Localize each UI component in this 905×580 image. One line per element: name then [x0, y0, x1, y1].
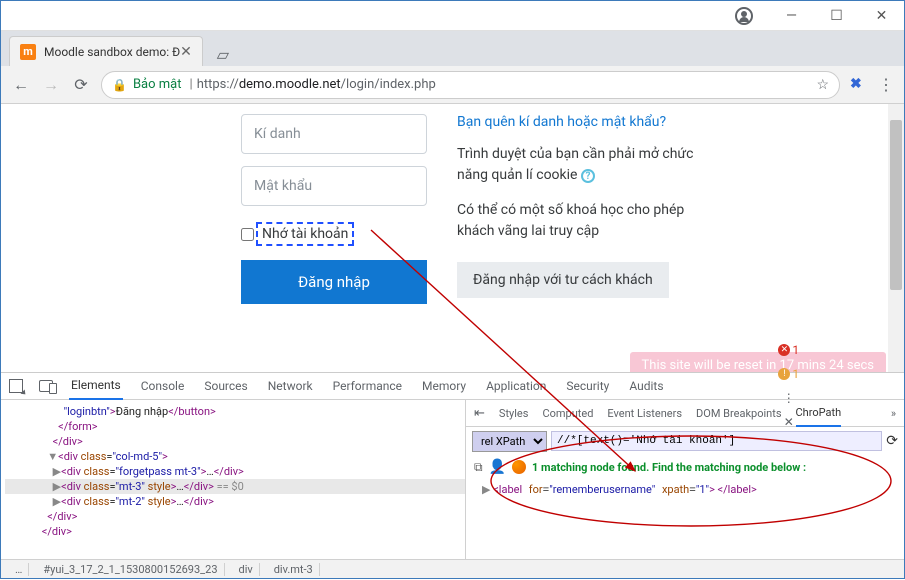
chropath-result-row: ⧉ 👤 1 matching node found. Find the matc…: [466, 455, 904, 479]
password-input[interactable]: [241, 166, 427, 206]
chropath-match-node[interactable]: ▶ <label for="rememberusername" xpath="1…: [466, 479, 904, 501]
person-icon[interactable]: 👤: [489, 459, 506, 475]
devtools-body: "loginbtn">Đăng nhập</button> </form> </…: [1, 400, 904, 559]
user-account-icon[interactable]: [724, 1, 769, 31]
browser-tabstrip: m Moodle sandbox demo: Đ ✕ ▱: [1, 31, 904, 66]
devtools-tab-console[interactable]: Console: [139, 373, 187, 400]
chropath-query-input[interactable]: [551, 431, 882, 451]
devtools-tab-security[interactable]: Security: [564, 373, 611, 400]
devtools-tab-audits[interactable]: Audits: [627, 373, 665, 400]
sidebar-toggle-icon[interactable]: ⇤: [474, 406, 485, 421]
firefox-icon[interactable]: [512, 460, 526, 474]
tab-close-icon[interactable]: ✕: [180, 44, 192, 60]
browser-menu-icon[interactable]: ⋮: [878, 75, 894, 94]
devtools-sidebar: ⇤ Styles Computed Event Listeners DOM Br…: [466, 400, 904, 559]
remember-row: Nhớ tài khoản: [241, 222, 427, 246]
help-icon[interactable]: ?: [581, 169, 595, 183]
breadcrumb-selector[interactable]: #yui_3_17_2_1_1530800152693_23: [37, 563, 224, 576]
login-button[interactable]: Đăng nhập: [241, 260, 427, 304]
remember-label: Nhớ tài khoản: [256, 222, 354, 246]
chropath-result-text: 1 matching node found. Find the matching…: [532, 461, 806, 474]
devtools-tab-sources[interactable]: Sources: [202, 373, 249, 400]
secure-label: Bảo mật: [133, 77, 182, 92]
lock-icon: 🔒: [112, 78, 127, 92]
inspect-icon[interactable]: [9, 379, 23, 393]
sidebar-tab-computed[interactable]: Computed: [542, 407, 593, 420]
guest-login-button[interactable]: Đăng nhập với tư cách khách: [457, 262, 669, 298]
devtools-warning-count[interactable]: !1: [778, 367, 799, 381]
forward-button: →: [41, 75, 61, 95]
window-titlebar: — ☐ ✕: [1, 1, 904, 31]
devtools-tab-network[interactable]: Network: [266, 373, 315, 400]
extension-icon[interactable]: ✖: [850, 76, 868, 94]
bookmark-star-icon[interactable]: ☆: [816, 77, 829, 93]
url-scheme: https://: [197, 77, 239, 92]
devtools-panel: Elements Console Sources Network Perform…: [1, 372, 904, 559]
address-bar[interactable]: 🔒 Bảo mật | https://demo.moodle.net/logi…: [101, 71, 840, 99]
chropath-mode-select[interactable]: rel XPath: [472, 431, 547, 452]
browser-tab[interactable]: m Moodle sandbox demo: Đ ✕: [9, 36, 203, 66]
url-separator: |: [190, 77, 193, 92]
breadcrumb-ellipsis[interactable]: …: [9, 563, 29, 576]
tab-title: Moodle sandbox demo: Đ: [44, 45, 180, 59]
sidebar-tab-dombp[interactable]: DOM Breakpoints: [696, 407, 781, 420]
devtools-tab-memory[interactable]: Memory: [420, 373, 468, 400]
elements-tree[interactable]: "loginbtn">Đăng nhập</button> </form> </…: [1, 400, 466, 559]
devtools-tab-performance[interactable]: Performance: [331, 373, 404, 400]
copy-icon[interactable]: ⧉: [474, 460, 483, 475]
sidebar-more-icon[interactable]: »: [891, 407, 896, 420]
sidebar-tab-listeners[interactable]: Event Listeners: [607, 407, 682, 420]
devtools-tab-elements[interactable]: Elements: [69, 373, 123, 400]
username-input[interactable]: [241, 114, 427, 154]
reload-button[interactable]: ⟳: [71, 75, 91, 94]
back-button[interactable]: ←: [11, 75, 31, 95]
sidebar-tab-chropath[interactable]: ChroPath: [796, 400, 842, 427]
window-maximize-button[interactable]: ☐: [814, 1, 859, 31]
guest-notice: Có thể có một số khoá học cho phép khách…: [457, 200, 697, 242]
breadcrumb-div-mt3[interactable]: div.mt-3: [268, 563, 320, 576]
forgot-password-link[interactable]: Bạn quên kí danh hoặc mật khẩu?: [457, 114, 697, 130]
chropath-refresh-icon[interactable]: ⟳: [886, 433, 898, 449]
new-tab-button[interactable]: ▱: [209, 42, 237, 66]
devtools-tab-application[interactable]: Application: [484, 373, 548, 400]
devtools-tabbar: Elements Console Sources Network Perform…: [1, 373, 904, 400]
url-path: /login/index.php: [341, 77, 436, 92]
login-info: Bạn quên kí danh hoặc mật khẩu? Trình du…: [457, 114, 697, 304]
breadcrumb-div[interactable]: div: [233, 563, 260, 576]
browser-toolbar: ← → ⟳ 🔒 Bảo mật | https://demo.moodle.ne…: [1, 66, 904, 104]
window-close-button[interactable]: ✕: [859, 1, 904, 31]
sidebar-tab-styles[interactable]: Styles: [499, 407, 529, 420]
window-minimize-button[interactable]: —: [769, 1, 814, 31]
remember-checkbox[interactable]: [241, 228, 254, 241]
device-toggle-icon[interactable]: [39, 380, 53, 392]
devtools-breadcrumb: … #yui_3_17_2_1_1530800152693_23 div div…: [1, 559, 904, 578]
chropath-query-bar: rel XPath ⟳: [466, 427, 904, 455]
login-container: Nhớ tài khoản Đăng nhập Bạn quên kí danh…: [1, 104, 904, 304]
vertical-scrollbar[interactable]: [888, 104, 904, 374]
cookie-notice: Trình duyệt của bạn cần phải mở chức năn…: [457, 144, 697, 186]
login-form: Nhớ tài khoản Đăng nhập: [241, 114, 427, 304]
devtools-sidebar-tabs: ⇤ Styles Computed Event Listeners DOM Br…: [466, 400, 904, 427]
devtools-error-count[interactable]: ✕1: [778, 343, 799, 357]
url-domain: demo.moodle.net: [239, 77, 341, 92]
tab-favicon: m: [20, 44, 36, 60]
